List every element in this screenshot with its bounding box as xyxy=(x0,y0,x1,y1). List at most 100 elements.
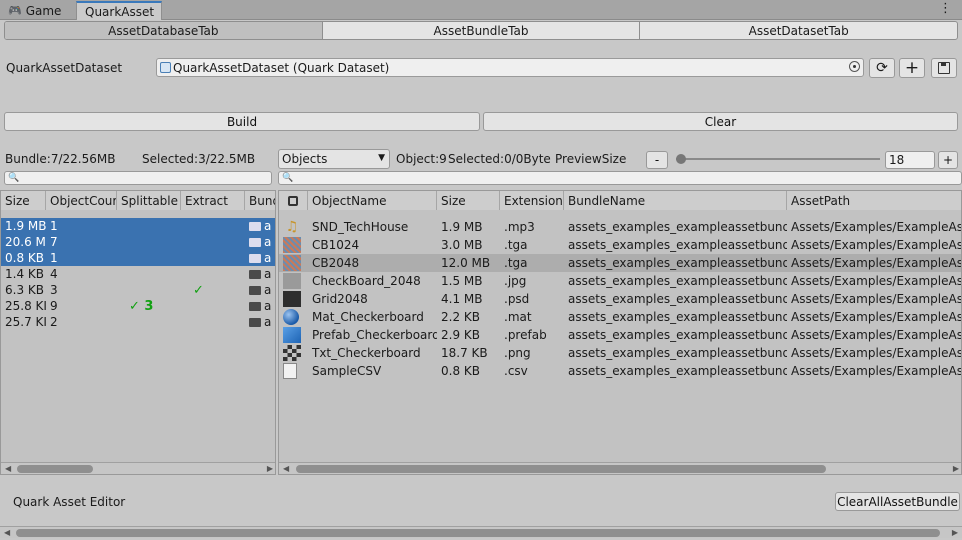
cell-bundle: assets_examples_exampleassetbundle xyxy=(568,364,787,378)
cell-size: 2.9 KB xyxy=(441,328,480,342)
column-object-count[interactable]: ObjectCour xyxy=(46,191,117,210)
table-row[interactable]: CB2048 12.0 MB .tga assets_examples_example… xyxy=(279,254,961,272)
column-size[interactable]: Size xyxy=(1,191,46,210)
cell-name: SND_TechHouse xyxy=(312,220,409,234)
preview-size-slider[interactable] xyxy=(676,154,880,164)
cell-extract xyxy=(181,218,245,234)
texture-icon xyxy=(283,237,301,253)
table-row[interactable]: Prefab_Checkerboard 2.9 KB .prefab assets_e… xyxy=(279,326,961,344)
column-icon[interactable] xyxy=(279,191,308,210)
dataset-object-field[interactable]: QuarkAssetDataset (Quark Dataset) xyxy=(156,58,864,77)
cell-size: 1.9 MB xyxy=(441,220,483,234)
music-icon: ♫ xyxy=(285,219,299,235)
scroll-thumb[interactable] xyxy=(17,465,93,473)
bundle-table: Size ObjectCour Splittable Extract Bund … xyxy=(0,190,276,475)
scroll-right-icon[interactable]: ▶ xyxy=(953,463,959,474)
dark-texture-icon xyxy=(283,291,301,307)
scroll-left-icon[interactable]: ◀ xyxy=(4,527,10,539)
left-horizontal-scrollbar[interactable]: ◀ ▶ xyxy=(1,462,275,474)
cell-bundle: assets_examples_exampleassetbundle xyxy=(568,238,787,252)
tab-quark-asset[interactable]: QuarkAsset xyxy=(76,1,162,20)
cell-bundle: assets_examples_exampleassetbundle xyxy=(568,220,787,234)
table-row[interactable]: CB1024 3.0 MB .tga assets_examples_examplea… xyxy=(279,236,961,254)
column-bundle[interactable]: Bund xyxy=(245,191,275,210)
cell-ext: .csv xyxy=(504,364,528,378)
table-row[interactable]: 25.8 KI 9 ✓ 3 a xyxy=(1,298,275,314)
clear-all-asset-bundle-button[interactable]: ClearAllAssetBundle xyxy=(835,492,960,511)
table-row[interactable]: 6.3 KB 3 ✓ a xyxy=(1,282,275,298)
preview-plus-button[interactable]: + xyxy=(938,151,958,169)
window-horizontal-scrollbar[interactable]: ◀ ▶ xyxy=(0,526,962,538)
cell-ext: .png xyxy=(504,346,531,360)
grey-texture-icon xyxy=(283,273,301,289)
cell-splittable xyxy=(117,282,181,298)
save-button[interactable] xyxy=(931,58,957,78)
table-row[interactable]: ♫ SND_TechHouse 1.9 MB .mp3 assets_examples_… xyxy=(279,218,961,236)
table-row[interactable]: 0.8 KB 1 a xyxy=(1,250,275,266)
tab-asset-dataset[interactable]: AssetDatasetTab xyxy=(640,22,957,39)
right-horizontal-scrollbar[interactable]: ◀ ▶ xyxy=(279,462,961,474)
scroll-thumb[interactable] xyxy=(16,529,940,537)
column-bundle-name[interactable]: BundleName xyxy=(564,191,787,210)
folder-icon xyxy=(249,285,261,295)
cell-extract xyxy=(181,314,245,330)
cell-splittable xyxy=(117,234,181,250)
tab-asset-bundle[interactable]: AssetBundleTab xyxy=(323,22,641,39)
slider-handle[interactable] xyxy=(676,154,686,164)
table-row[interactable]: 25.7 KI 2 a xyxy=(1,314,275,330)
scroll-left-icon[interactable]: ◀ xyxy=(5,463,11,474)
folder-icon xyxy=(249,237,261,247)
cell-name: CB1024 xyxy=(312,238,360,252)
preview-size-input[interactable]: 18 xyxy=(885,151,935,169)
cell-bundle: a xyxy=(245,250,275,266)
column-object-size[interactable]: Size xyxy=(437,191,500,210)
bundle-text: a xyxy=(264,299,272,313)
cell-count: 4 xyxy=(50,267,58,281)
scroll-right-icon[interactable]: ▶ xyxy=(267,463,273,474)
cell-bundle: a xyxy=(245,266,275,282)
cell-name: SampleCSV xyxy=(312,364,382,378)
object-filter-dropdown[interactable]: Objects ▼ xyxy=(278,149,390,169)
table-row[interactable]: CheckBoard_2048 1.5 MB .jpg assets_examples… xyxy=(279,272,961,290)
table-row[interactable]: SampleCSV 0.8 KB .csv assets_examples_examp… xyxy=(279,362,961,380)
cell-icon xyxy=(281,254,307,272)
cell-bundle: a xyxy=(245,298,275,314)
table-row[interactable]: Txt_Checkerboard 18.7 KB .png assets_exampl… xyxy=(279,344,961,362)
tab-game[interactable]: 🎮 Game xyxy=(0,1,76,20)
cell-name: Grid2048 xyxy=(312,292,368,306)
column-splittable[interactable]: Splittable xyxy=(117,191,181,210)
table-row[interactable]: Mat_Checkerboard 2.2 KB .mat assets_example… xyxy=(279,308,961,326)
table-row[interactable]: 1.4 KB 4 a xyxy=(1,266,275,282)
preview-minus-button[interactable]: - xyxy=(646,151,668,169)
object-picker-icon[interactable] xyxy=(849,61,860,72)
text-file-icon xyxy=(283,363,297,379)
cell-size: 12.0 MB xyxy=(441,256,491,270)
scroll-right-icon[interactable]: ▶ xyxy=(952,527,958,539)
tab-asset-database[interactable]: AssetDatabaseTab xyxy=(5,22,323,39)
cell-splittable[interactable]: ✓ 3 xyxy=(117,298,181,314)
scroll-thumb[interactable] xyxy=(296,465,826,473)
cell-size: 4.1 MB xyxy=(441,292,483,306)
scroll-left-icon[interactable]: ◀ xyxy=(283,463,289,474)
column-extract[interactable]: Extract xyxy=(181,191,245,210)
clear-button[interactable]: Clear xyxy=(483,112,958,131)
add-button[interactable]: + xyxy=(899,58,925,78)
cell-icon xyxy=(281,362,307,380)
window-menu-icon[interactable]: ⋮ xyxy=(939,1,952,16)
table-row[interactable]: 20.6 M 7 a xyxy=(1,234,275,250)
cell-bundle: assets_examples_exampleassetbundle xyxy=(568,346,787,360)
refresh-button[interactable]: ⟳ xyxy=(869,58,895,78)
build-button[interactable]: Build xyxy=(4,112,480,131)
cell-count: 1 xyxy=(50,219,58,233)
cell-path: Assets/Examples/ExampleAsse xyxy=(791,346,962,360)
column-object-name[interactable]: ObjectName xyxy=(308,191,437,210)
table-row[interactable]: Grid2048 4.1 MB .psd assets_examples_exampl… xyxy=(279,290,961,308)
table-row[interactable]: 1.9 MB 1 a xyxy=(1,218,275,234)
cell-extract[interactable]: ✓ xyxy=(181,282,245,298)
column-extension[interactable]: Extension xyxy=(500,191,564,210)
folder-icon xyxy=(249,253,261,263)
left-search-input[interactable]: 🔍 xyxy=(4,171,272,185)
object-filter-value: Objects xyxy=(282,152,328,166)
right-search-input[interactable]: 🔍 xyxy=(278,171,962,185)
column-asset-path[interactable]: AssetPath xyxy=(787,191,961,210)
